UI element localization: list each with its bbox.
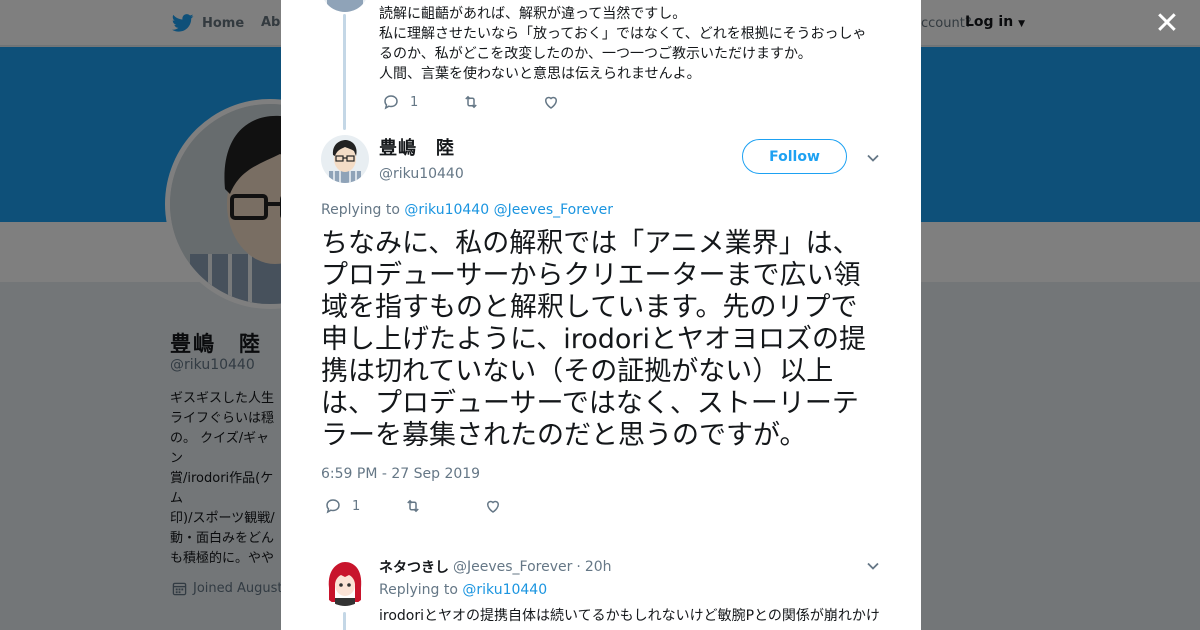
like-button[interactable] bbox=[542, 93, 622, 111]
reply-tweet-line: irodoriとヤオの提携自体は続いてるかもしれないけど敏腕Pとの関係が崩れかけ bbox=[379, 608, 880, 624]
main-tweet-line: ちなみに、私の解釈では「アニメ業界」は、 bbox=[321, 228, 860, 259]
reply-tweet-text: irodoriとヤオの提携自体は続いてるかもしれないけど敏腕Pとの関係が崩れかけ bbox=[379, 606, 889, 626]
previous-tweet-text: 読解に齟齬があれば、解釈が違って当然ですし。 私に理解させたいなら「放っておく」… bbox=[379, 4, 889, 84]
reply-tweet-header: ネタつきし @Jeeves_Forever · 20h bbox=[379, 557, 612, 577]
main-tweet-line: プロデューサーからクリエーターまで広い領 bbox=[321, 260, 861, 291]
main-tweet-avatar[interactable] bbox=[321, 135, 369, 183]
reply-tweet-author-name[interactable]: ネタつきし bbox=[379, 557, 449, 577]
heart-icon bbox=[544, 96, 558, 109]
reply-count: 1 bbox=[352, 498, 361, 514]
mention-link[interactable]: @Jeeves_Forever bbox=[494, 202, 613, 218]
previous-tweet-avatar[interactable] bbox=[321, 0, 369, 12]
mention-link[interactable]: @riku10440 bbox=[462, 582, 547, 598]
separator-dot: · bbox=[576, 559, 581, 575]
replying-to-label: Replying to bbox=[321, 202, 400, 218]
thread-connector-line bbox=[343, 14, 346, 130]
follow-button[interactable]: Follow bbox=[742, 139, 847, 174]
main-tweet-text: ちなみに、私の解釈では「アニメ業界」は、 プロデューサーからクリエーターまで広い… bbox=[321, 228, 886, 452]
main-tweet-replying-to: Replying to @riku10440 @Jeeves_Forever bbox=[321, 202, 613, 218]
chevron-down-icon[interactable] bbox=[866, 559, 880, 573]
tweet-modal: 読解に齟齬があれば、解釈が違って当然ですし。 私に理解させたいなら「放っておく」… bbox=[281, 0, 921, 630]
main-tweet-line: 域を指すものと解釈しています。先のリプで bbox=[321, 292, 858, 323]
reply-tweet-author-handle[interactable]: @Jeeves_Forever bbox=[453, 559, 572, 575]
reply-button[interactable]: 1 bbox=[324, 497, 404, 515]
like-button[interactable] bbox=[484, 497, 564, 515]
reply-tweet-avatar[interactable] bbox=[321, 558, 369, 606]
replying-to-label: Replying to bbox=[379, 582, 458, 598]
previous-tweet-actions: 1 bbox=[382, 93, 622, 111]
heart-icon bbox=[486, 500, 500, 513]
avatar-illustration bbox=[321, 0, 369, 12]
thread-connector-line bbox=[343, 612, 346, 630]
chevron-down-icon[interactable] bbox=[866, 151, 880, 165]
previous-tweet-line: 私に理解させたいなら「放っておく」ではなくて、どれを根拠にそうおっしゃ bbox=[379, 26, 867, 42]
previous-tweet-line: 人間、言葉を使わないと意思は伝えられませんよ。 bbox=[379, 66, 701, 82]
main-tweet-line: 申し上げたように、irodoriとヤオヨロズの提 bbox=[321, 324, 866, 355]
reply-count: 1 bbox=[410, 94, 419, 110]
main-tweet-line: は、プロデューサーではなく、ストーリーテ bbox=[321, 388, 859, 419]
main-tweet-actions: 1 bbox=[324, 497, 564, 515]
main-tweet-line: 携は切れていない（その証拠がない）以上 bbox=[321, 356, 834, 387]
close-icon[interactable]: ✕ bbox=[1154, 9, 1180, 39]
avatar-illustration bbox=[321, 135, 369, 183]
main-tweet-author[interactable]: 豊嶋 陸 @riku10440 bbox=[379, 134, 464, 182]
retweet-icon bbox=[407, 499, 419, 513]
previous-tweet-line: 読解に齟齬があれば、解釈が違って当然ですし。 bbox=[379, 6, 687, 22]
main-tweet-author-name: 豊嶋 陸 bbox=[379, 138, 455, 159]
mention-link[interactable]: @riku10440 bbox=[404, 202, 489, 218]
main-tweet-timestamp[interactable]: 6:59 PM - 27 Sep 2019 bbox=[321, 466, 480, 482]
avatar-illustration bbox=[321, 558, 369, 606]
retweet-icon bbox=[465, 95, 477, 109]
reply-icon bbox=[384, 95, 398, 110]
reply-button[interactable]: 1 bbox=[382, 93, 462, 111]
previous-tweet-line: るのか、私がどこを改変したのか、一つ一つご教示いただけますか。 bbox=[379, 46, 812, 62]
main-tweet-author-handle: @riku10440 bbox=[379, 166, 464, 182]
reply-icon bbox=[326, 499, 340, 514]
main-tweet-line: ラーを募集されたのだと思うのですが。 bbox=[321, 420, 807, 451]
retweet-button[interactable] bbox=[404, 497, 484, 515]
retweet-button[interactable] bbox=[462, 93, 542, 111]
reply-tweet-time[interactable]: 20h bbox=[585, 559, 612, 575]
reply-tweet-replying-to: Replying to @riku10440 bbox=[379, 582, 547, 598]
